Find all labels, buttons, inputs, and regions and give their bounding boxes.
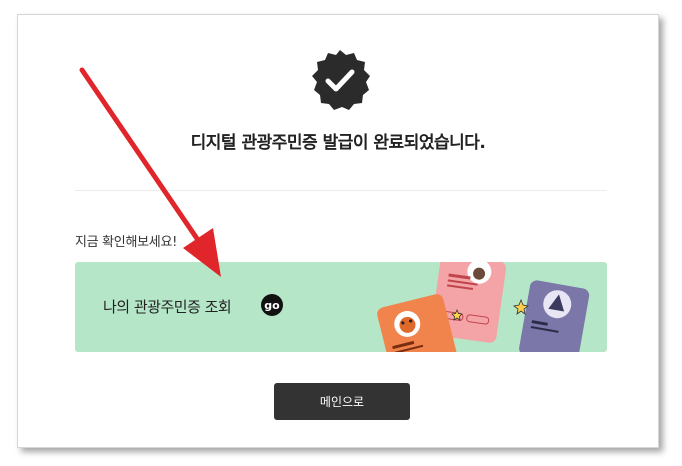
resident-cards-illustration <box>377 262 590 352</box>
section-label: 지금 확인해보세요! <box>75 235 178 250</box>
go-icon: go <box>261 294 283 316</box>
divider <box>75 190 607 191</box>
completion-headline: 디지털 관광주민증 발급이 완료되었습니다. <box>190 133 486 153</box>
go-to-main-button[interactable]: 메인으로 <box>274 383 410 420</box>
completion-panel: 디지털 관광주민증 발급이 완료되었습니다. 지금 확인해보세요! 나의 관광주… <box>17 14 659 448</box>
banner-label: 나의 관광주민증 조회 <box>103 298 232 316</box>
purple-card <box>519 280 590 352</box>
check-badge-shape <box>312 50 370 110</box>
view-tour-resident-card-banner[interactable]: 나의 관광주민증 조회 go <box>75 262 607 352</box>
check-badge-icon <box>312 50 370 110</box>
